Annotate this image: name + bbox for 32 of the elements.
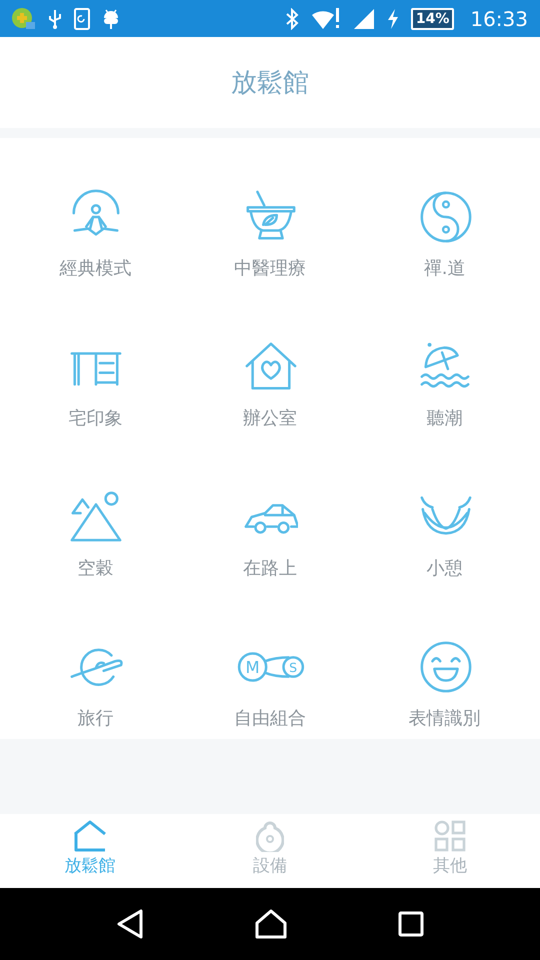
mode-item[interactable]: 空穀 (8, 489, 183, 581)
wifi-icon (310, 6, 341, 30)
nav-tab[interactable]: 其他 (360, 814, 540, 888)
mode-item[interactable]: 小憩 (357, 489, 532, 581)
screen-rotate-icon (74, 8, 90, 30)
home-icon (73, 820, 107, 852)
lock-icon (256, 820, 284, 852)
mode-item[interactable]: 經典模式 (8, 189, 183, 281)
app-icon (10, 6, 36, 30)
battery-indicator: 14% (410, 8, 454, 30)
signal-icon (352, 8, 375, 30)
usb-icon (48, 8, 62, 30)
grid-icon (434, 820, 466, 852)
bluetooth-icon (284, 8, 299, 30)
nav-tab[interactable]: 放鬆館 (0, 814, 180, 888)
mode-item[interactable]: 辦公室 (182, 339, 358, 431)
mode-item[interactable]: 在路上 (182, 489, 358, 581)
nav-tab[interactable]: 設備 (180, 814, 360, 888)
mode-item[interactable]: 禪.道 (357, 189, 532, 281)
recents-icon[interactable] (398, 911, 424, 937)
mode-item[interactable]: M S 自由組合 (182, 639, 358, 731)
clock: 16:33 (470, 6, 528, 30)
mode-item[interactable]: 中醫理療 (182, 189, 358, 281)
mode-item[interactable]: 表情識別 (357, 639, 532, 731)
mode-item[interactable]: 聽潮 (357, 339, 532, 431)
android-icon (102, 8, 120, 30)
charging-icon (386, 8, 399, 28)
home-icon[interactable] (254, 909, 287, 939)
back-icon[interactable] (116, 909, 144, 939)
mode-item[interactable]: 旅行 (8, 639, 183, 731)
page-title: 放鬆館 (231, 67, 309, 100)
mode-item[interactable]: 宅印象 (8, 339, 183, 431)
